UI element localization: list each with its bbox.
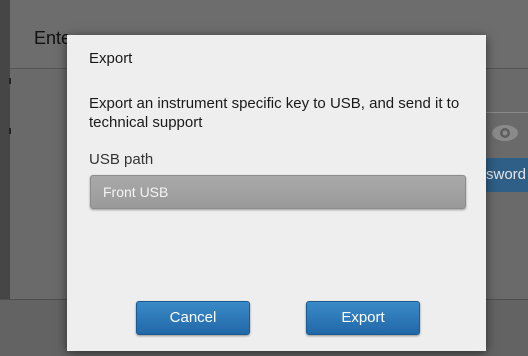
eye-icon — [490, 124, 520, 142]
background-password-button: sword — [484, 158, 528, 192]
dialog-title: Export — [89, 50, 133, 67]
cancel-button[interactable]: Cancel — [136, 301, 250, 335]
export-button[interactable]: Export — [306, 301, 420, 335]
side-bar-tick — [9, 128, 11, 134]
usb-path-select[interactable]: Front USB — [90, 175, 466, 209]
side-bar-tick — [9, 78, 11, 84]
screen: Ente sword Export Export an instrument s… — [0, 0, 528, 356]
export-dialog: Export Export an instrument specific key… — [67, 35, 486, 351]
background-input-underline — [486, 112, 528, 113]
usb-path-label: USB path — [89, 151, 154, 168]
usb-path-value: Front USB — [103, 184, 169, 200]
dialog-message: Export an instrument specific key to USB… — [89, 95, 460, 131]
background-title: Ente — [34, 28, 72, 48]
